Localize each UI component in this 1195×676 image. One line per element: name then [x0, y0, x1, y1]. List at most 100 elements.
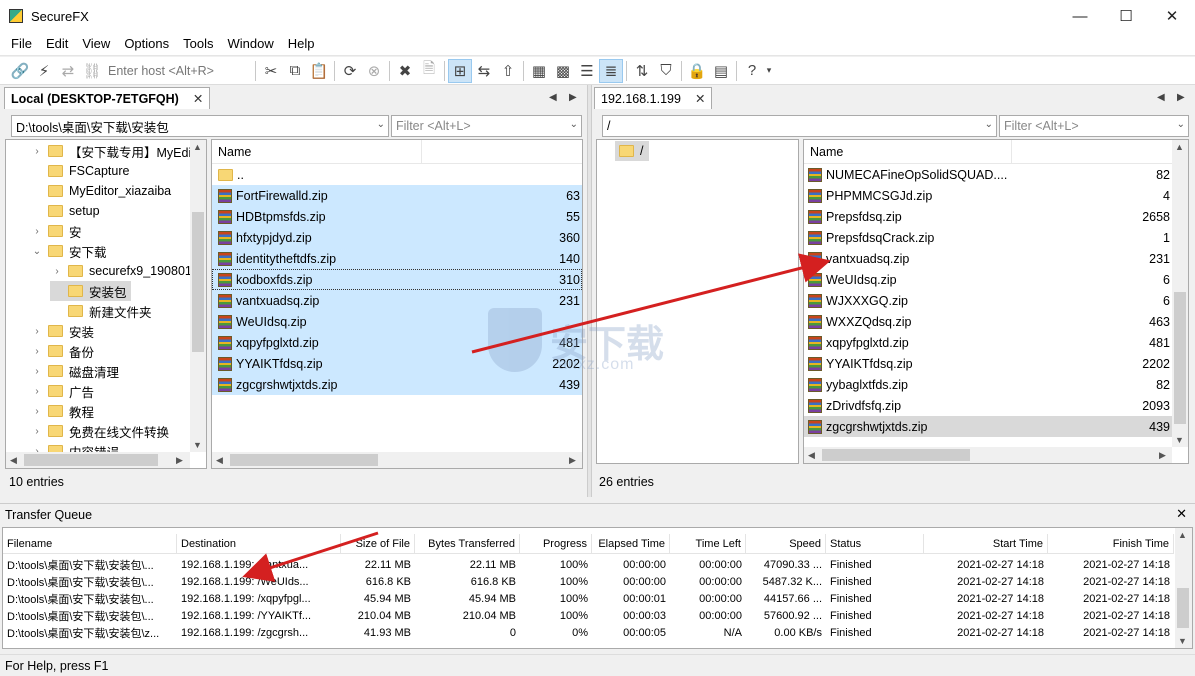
file-row[interactable]: YYAIKTfdsq.zip 2202	[804, 353, 1172, 374]
tree-vertical-scrollbar[interactable]: ▲ ▼	[190, 140, 206, 452]
scroll-thumb[interactable]	[192, 212, 204, 352]
disconnect-icon[interactable]: ⛓	[80, 59, 104, 83]
table-row[interactable]: D:\tools\桌面\安下载\安装包\... 192.168.1.199: /W…	[3, 573, 1174, 590]
stop-icon[interactable]: ⊗	[362, 59, 386, 83]
properties-icon[interactable]: 🗎	[417, 59, 441, 83]
table-row[interactable]: D:\tools\桌面\安下载\安装包\z... 192.168.1.199: /…	[3, 624, 1174, 641]
tab-remote[interactable]: 192.168.1.199 ✕	[594, 87, 713, 109]
file-row[interactable]: identitytheftdfs.zip 140	[212, 248, 582, 269]
file-row[interactable]: PHPMMCSGJd.zip 4	[804, 185, 1172, 206]
remote-horizontal-scrollbar[interactable]: ◀ ▶	[804, 447, 1172, 463]
help-icon[interactable]: ?	[740, 59, 764, 83]
chevron-down-icon[interactable]: ⌄	[30, 246, 44, 257]
local-path-combo[interactable]: D:\tools\桌面\安下载\安装包 ⌄	[11, 115, 389, 137]
tree-item[interactable]: › securefx9_190801	[50, 261, 192, 281]
remote-filter-input[interactable]: Filter <Alt+L> ⌄	[999, 115, 1189, 137]
scroll-thumb[interactable]	[230, 454, 378, 466]
tree-item[interactable]: setup	[30, 201, 100, 221]
column-header[interactable]: Start Time	[924, 534, 1048, 553]
tree-view-icon[interactable]: ⊞	[448, 58, 472, 83]
file-row[interactable]: zDrivdfsfq.zip 2093	[804, 395, 1172, 416]
host-input[interactable]: Enter host <Alt+R>	[104, 64, 252, 78]
quick-connect-icon[interactable]: ⚡	[32, 59, 56, 83]
tab-scroll-left-icon[interactable]: ◀	[549, 92, 557, 103]
scroll-thumb[interactable]	[822, 449, 970, 461]
column-header[interactable]: Finish Time	[1048, 534, 1174, 553]
chevron-right-icon[interactable]: ›	[30, 406, 44, 417]
chevron-down-icon[interactable]: ▼	[1175, 435, 1184, 445]
tree-item[interactable]: 安装包	[50, 281, 131, 301]
scroll-thumb[interactable]	[24, 454, 158, 466]
column-header[interactable]: Destination	[177, 534, 341, 553]
file-row[interactable]: HDBtpmsfds.zip 55	[212, 206, 582, 227]
file-row[interactable]: ..	[212, 164, 582, 185]
refresh-icon[interactable]: ⟳	[338, 59, 362, 83]
chevron-right-icon[interactable]: ›	[30, 146, 44, 157]
file-row[interactable]: FortFirewalld.zip 63	[212, 185, 582, 206]
chevron-down-icon[interactable]: ▾	[764, 59, 774, 83]
tree-item[interactable]: › 教程	[30, 401, 94, 421]
chevron-down-icon[interactable]: ⌄	[377, 119, 385, 130]
connect-icon[interactable]: 🔗	[8, 59, 32, 83]
close-button[interactable]: ✕	[1149, 0, 1195, 32]
column-header[interactable]: Speed	[746, 534, 826, 553]
table-row[interactable]: D:\tools\桌面\安下载\安装包\... 192.168.1.199: /x…	[3, 590, 1174, 607]
list-view-icon[interactable]: ☰	[575, 59, 599, 83]
tree-item[interactable]: › 安装	[30, 321, 94, 341]
copy-icon[interactable]: ⧉	[283, 59, 307, 83]
tree-item[interactable]: FSCapture	[30, 161, 129, 181]
close-icon[interactable]: ✕	[695, 91, 705, 106]
close-icon[interactable]: ✕	[1176, 506, 1187, 522]
chevron-right-icon[interactable]: ›	[30, 426, 44, 437]
tab-scroll-left-icon[interactable]: ◀	[1157, 92, 1165, 103]
column-header[interactable]: Time Left	[670, 534, 746, 553]
sort-icon[interactable]: ⇅	[630, 59, 654, 83]
tree-item[interactable]: › 免费在线文件转换	[30, 421, 169, 441]
menu-window[interactable]: Window	[220, 36, 280, 51]
chevron-down-icon[interactable]: ⌄	[985, 119, 993, 130]
filter-icon[interactable]: ⛉	[654, 59, 678, 83]
chevron-up-icon[interactable]: ▲	[193, 142, 202, 152]
scroll-thumb[interactable]	[1177, 588, 1189, 628]
chevron-right-icon[interactable]: ›	[50, 266, 64, 277]
chevron-left-icon[interactable]: ◀	[10, 455, 17, 466]
menu-options[interactable]: Options	[117, 36, 176, 51]
chevron-right-icon[interactable]: ▶	[569, 455, 576, 466]
tree-item[interactable]: › 【安下载专用】MyEdi	[30, 141, 191, 161]
tree-item[interactable]: MyEditor_xiazaiba	[30, 181, 171, 201]
file-row[interactable]: hfxtypjdyd.zip 360	[212, 227, 582, 248]
scroll-thumb[interactable]	[1174, 292, 1186, 424]
queue-vertical-scrollbar[interactable]: ▲ ▼	[1175, 528, 1192, 648]
chevron-right-icon[interactable]: ▶	[176, 455, 183, 466]
menu-edit[interactable]: Edit	[39, 36, 75, 51]
column-header[interactable]: Elapsed Time	[592, 534, 670, 553]
chevron-right-icon[interactable]: ▶	[1159, 450, 1166, 461]
tree-horizontal-scrollbar[interactable]: ◀ ▶	[6, 452, 190, 468]
tree-item[interactable]: ⌄ 安下载	[30, 241, 107, 261]
chevron-left-icon[interactable]: ◀	[216, 455, 223, 466]
minimize-button[interactable]: —	[1057, 0, 1103, 32]
local-horizontal-scrollbar[interactable]: ◀ ▶	[212, 452, 582, 468]
remote-path-combo[interactable]: / ⌄	[602, 115, 997, 137]
file-row[interactable]: xqpyfpglxtd.zip 481	[804, 332, 1172, 353]
local-folder-tree[interactable]: › 【安下载专用】MyEdi FSCapture MyEditor_xiazaiba s…	[5, 139, 207, 469]
column-header[interactable]: Filename	[3, 534, 177, 553]
menu-view[interactable]: View	[75, 36, 117, 51]
small-icons-icon[interactable]: ▩	[551, 59, 575, 83]
menu-help[interactable]: Help	[281, 36, 322, 51]
file-row[interactable]: PrepsfdsqCrack.zip 1	[804, 227, 1172, 248]
column-header[interactable]: Bytes Transferred	[415, 534, 520, 553]
chevron-left-icon[interactable]: ◀	[808, 450, 815, 461]
session-manager-icon[interactable]: ▤	[709, 59, 733, 83]
tree-item[interactable]: 新建文件夹	[50, 301, 152, 321]
large-icons-icon[interactable]: ▦	[527, 59, 551, 83]
delete-icon[interactable]: ✖	[393, 59, 417, 83]
column-header[interactable]: Size of File	[341, 534, 415, 553]
chevron-right-icon[interactable]: ›	[30, 366, 44, 377]
column-size[interactable]	[422, 140, 582, 164]
lock-icon[interactable]: 🔒	[685, 59, 709, 83]
local-filter-input[interactable]: Filter <Alt+L> ⌄	[391, 115, 582, 137]
column-name[interactable]: Name	[804, 140, 1012, 164]
remote-file-list[interactable]: Name NUMECAFineOpSolidSQUAD.... 82 PHPMMCS…	[803, 139, 1189, 464]
file-row[interactable]: WeUIdsq.zip 6	[804, 269, 1172, 290]
